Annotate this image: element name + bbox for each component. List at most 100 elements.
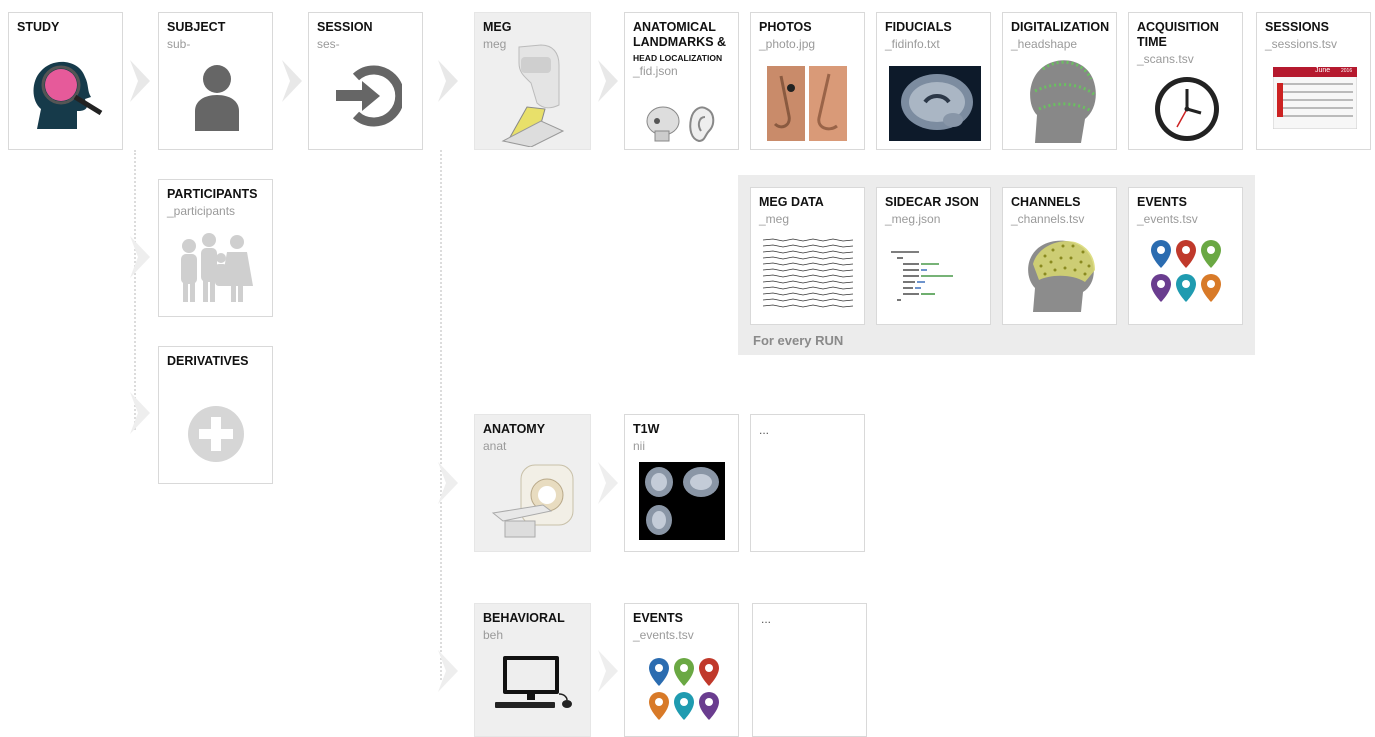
participants-card[interactable]: PARTICIPANTS _participants [158,179,273,317]
meg-card[interactable]: MEG meg [474,12,591,150]
sessions-title: SESSIONS [1265,20,1329,34]
sidecar-json-card[interactable]: SIDECAR JSON _meg.json [876,187,991,325]
chevron-anatomy-t1w-icon [598,462,618,504]
mri-scanner-icon [491,464,574,538]
anatomy-sub: anat [483,439,507,453]
t1w-title: T1W [633,422,660,436]
landmarks-sub: _fid.json [633,64,678,78]
landmarks-title-a: ANATOMICAL [633,20,716,34]
subject-card[interactable]: SUBJECT sub- [158,12,273,150]
t1w-sub: nii [633,439,646,453]
fiducials-title: FIDUCIALS [885,20,952,34]
landmarks-title: ANATOMICAL LANDMARKS & HEAD LOCALIZATION [633,20,726,66]
computer-icon [495,656,572,708]
sidecar-json-sub: _meg.json [885,212,941,226]
landmarks-title-b: LANDMARKS [633,35,714,49]
person-icon [195,65,239,131]
brain-magnifier-icon [33,61,103,129]
session-sub: ses- [317,37,340,51]
meg-data-card[interactable]: MEG DATA _meg [750,187,865,325]
photos-card[interactable]: PHOTOS _photo.jpg [750,12,865,150]
json-code-icon [891,251,953,301]
chevron-behavioral-icon [438,650,458,692]
behavioral-events-card[interactable]: EVENTS _events.tsv [624,603,739,737]
meg-data-sub: _meg [759,212,790,226]
acquisition-title-a: ACQUISITION [1137,20,1219,34]
chevron-participants-icon [130,236,150,278]
subject-sub: sub- [167,37,191,51]
brain-mri-sagittal-icon [889,66,981,141]
people-group-icon [181,233,253,302]
chevron-meg-landmarks-icon [598,60,618,102]
anatomy-title: ANATOMY [483,422,546,436]
sidecar-json-title: SIDECAR JSON [885,195,979,209]
calendar-year: 2016 [1341,68,1353,74]
t1w-card[interactable]: T1W nii [624,414,739,552]
subject-connector [134,150,136,430]
plus-circle-icon [188,406,244,462]
sessions-card[interactable]: SESSIONS _sessions.tsv June 2016 [1256,12,1371,150]
chevron-subject-session-icon [282,60,302,102]
acquisition-card[interactable]: ACQUISITION TIME _scans.tsv [1128,12,1243,150]
events-sub: _events.tsv [1137,212,1198,226]
behavioral-events-sub: _events.tsv [633,628,694,642]
behavioral-more-ellipsis: ... [761,612,772,626]
chevron-behavioral-events-icon [598,650,618,692]
fiducials-card[interactable]: FIDUCIALS _fidinfo.txt [876,12,991,150]
head-sensors-icon [1028,240,1095,312]
channels-card[interactable]: CHANNELS _channels.tsv [1002,187,1117,325]
anatomy-card[interactable]: ANATOMY anat [474,414,591,552]
for-every-run-label: For every RUN [753,333,844,348]
head-points-icon [1030,60,1096,143]
meg-data-title: MEG DATA [759,195,824,209]
meg-title: MEG [483,20,512,34]
derivatives-title: DERIVATIVES [167,354,249,368]
session-connector [440,150,442,680]
events-card[interactable]: EVENTS _events.tsv [1128,187,1243,325]
landmarks-title-amp: & [717,35,727,49]
behavioral-more-card[interactable]: ... [752,603,867,737]
photos-sub: _photo.jpg [759,37,816,51]
chevron-derivatives-icon [130,392,150,434]
behavioral-title: BEHAVIORAL [483,611,565,625]
meg-scanner-icon [501,44,565,147]
landmarks-title-c: HEAD LOCALIZATION [633,53,723,63]
session-card[interactable]: SESSION ses- [308,12,423,150]
acquisition-title: ACQUISITION TIME [1137,20,1219,50]
chevron-session-meg-icon [438,60,458,102]
sessions-sub: _sessions.tsv [1265,37,1338,51]
subject-title: SUBJECT [167,20,226,34]
channels-title: CHANNELS [1011,195,1081,209]
behavioral-sub: beh [483,628,504,642]
map-pins-icon [649,658,719,720]
anatomy-more-card[interactable]: ... [750,414,865,552]
photos-title: PHOTOS [759,20,812,34]
login-arrow-icon [336,65,402,127]
session-title: SESSION [317,20,373,34]
behavioral-card[interactable]: BEHAVIORAL beh [474,603,591,737]
skull-ear-icon [646,106,715,143]
study-card[interactable]: STUDY [8,12,123,150]
calendar-month: June [1315,67,1331,74]
digitalization-card[interactable]: DIGITALIZATION _headshape [1002,12,1117,150]
acquisition-sub: _scans.tsv [1137,52,1194,66]
clock-icon [1155,77,1219,141]
chevron-anatomy-icon [438,462,458,504]
chevron-study-subject-icon [130,60,150,102]
anatomy-more-ellipsis: ... [759,423,770,437]
calendar-icon [1273,67,1357,129]
meg-traces-icon [763,238,853,308]
behavioral-events-title: EVENTS [633,611,684,625]
fiducials-sub: _fidinfo.txt [885,37,940,51]
mri-slices-icon [639,462,725,540]
nose-photo-icon [767,66,847,141]
events-title: EVENTS [1137,195,1188,209]
landmarks-card[interactable]: ANATOMICAL LANDMARKS & HEAD LOCALIZATION… [624,12,739,150]
derivatives-card[interactable]: DERIVATIVES [158,346,273,484]
participants-sub: _participants [167,204,236,218]
digitalization-sub: _headshape [1011,37,1078,51]
acquisition-title-b: TIME [1137,35,1167,49]
map-pins-icon [1151,240,1221,302]
participants-title: PARTICIPANTS [167,187,258,201]
study-title: STUDY [17,20,60,34]
